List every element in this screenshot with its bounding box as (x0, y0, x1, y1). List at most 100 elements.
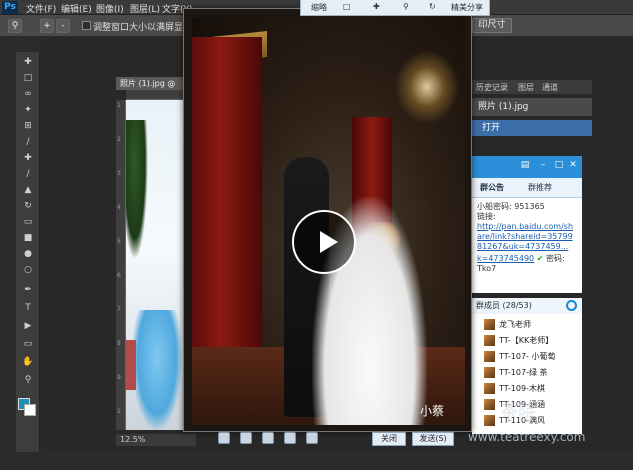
avatar (484, 399, 495, 410)
eraser-tool-icon[interactable]: ▭ (21, 216, 35, 228)
chat-settings-icon[interactable]: ▤ (520, 160, 530, 170)
background-person (126, 340, 136, 390)
background-color-swatch[interactable] (24, 404, 36, 416)
send-button[interactable]: 发送(S) (412, 432, 454, 446)
zoom-out-button[interactable]: - (56, 19, 70, 33)
menu-edit[interactable]: 编辑(E) (61, 2, 92, 15)
avatar (484, 319, 495, 330)
history-open-row[interactable]: 打开 (472, 120, 592, 136)
site-watermark-cn: 茶院 (500, 402, 536, 423)
resize-windows-checkbox[interactable] (82, 21, 91, 30)
history-brush-tool-icon[interactable]: ↻ (21, 200, 35, 212)
avatar (484, 335, 495, 346)
ruler-number: 9 (117, 374, 121, 381)
ruler-number: 2 (117, 136, 121, 143)
eyedropper-tool-icon[interactable]: ∕ (21, 136, 35, 148)
move-tool-icon[interactable]: ✚ (21, 56, 35, 68)
play-button[interactable] (292, 210, 356, 274)
crop-tool-icon[interactable]: ⊞ (21, 120, 35, 132)
stamp-tool-icon[interactable]: ▲ (21, 184, 35, 196)
chandelier (392, 47, 462, 127)
chat-window-header: ▤ – □ ✕ (472, 156, 582, 178)
check-icon: ✔ (536, 254, 544, 263)
dodge-tool-icon[interactable]: ○ (21, 264, 35, 276)
zoom-tool-icon[interactable]: ⚲ (21, 374, 35, 386)
site-watermark: www.teatreexy.com (468, 430, 586, 444)
history-icon[interactable] (306, 432, 318, 444)
hand-tool-icon[interactable]: ✋ (21, 356, 35, 368)
panel-tabs: 历史记录 图层 通道 (472, 80, 592, 94)
move-icon[interactable]: ✚ (373, 2, 380, 11)
avatar (484, 383, 495, 394)
print-size-button[interactable]: 印尺寸 (472, 18, 512, 33)
photoshop-logo: Ps (2, 1, 18, 14)
announcement-link[interactable]: http://pan.baidu.com/share/link?shareid=… (477, 222, 577, 254)
resize-windows-label: 调整窗口大小以满屏显示 (93, 23, 193, 33)
ruler-number: 8 (117, 340, 121, 347)
image-icon[interactable] (262, 432, 274, 444)
close-button[interactable]: 关闭 (372, 432, 406, 446)
ruler-number: 4 (117, 204, 121, 211)
marquee-tool-icon[interactable]: □ (21, 72, 35, 84)
chat-tabs: 群公告 群推荐 (472, 178, 582, 198)
zoom-status: 12.5% (116, 434, 196, 446)
maximize-icon[interactable]: □ (554, 160, 564, 170)
tab-recommend[interactable]: 群推荐 (528, 182, 552, 193)
announcement-password: 小船密码: 951365 (477, 202, 545, 211)
ruler-number: 3 (117, 170, 121, 177)
pen-tool-icon[interactable]: ✒ (21, 284, 35, 296)
ruler-number: 6 (117, 272, 121, 279)
emoji-icon[interactable] (240, 432, 252, 444)
zoom-icon[interactable]: ⚲ (403, 2, 409, 11)
ruler-number: 1 (117, 102, 121, 109)
announcement-link-label: 链接: (477, 212, 496, 221)
viewer-toolbar: 缩略 □ ✚ ⚲ ↻ 精美分享 (300, 0, 490, 16)
shake-icon[interactable] (284, 432, 296, 444)
menu-image[interactable]: 图像(I) (96, 2, 124, 15)
avatar (484, 415, 495, 426)
zoom-in-button[interactable]: + (40, 19, 54, 33)
vertical-ruler: 1 2 3 4 5 6 7 8 9 1 (116, 100, 126, 430)
fit-window-icon[interactable]: □ (343, 2, 351, 11)
menu-layer[interactable]: 图层(L) (130, 2, 160, 15)
viewer-bottom-bar (212, 432, 318, 446)
wedding-photo[interactable]: 小蔡 (192, 17, 465, 425)
thumbnail-button[interactable]: 缩略 (311, 2, 327, 13)
photo-signature: 小蔡 (420, 404, 445, 418)
tab-layers[interactable]: 图层 (518, 82, 534, 93)
ruler-number: 5 (117, 238, 121, 245)
menu-file[interactable]: 文件(F) (26, 2, 56, 15)
ruler-number: 1 (117, 408, 121, 415)
announcement-body: 小船密码: 951365 链接: http://pan.baidu.com/sh… (472, 198, 582, 293)
tab-announcement[interactable]: 群公告 (480, 182, 504, 193)
play-icon (320, 231, 338, 253)
close-icon[interactable]: ✕ (568, 160, 578, 170)
brush-tool-icon[interactable]: ∕ (21, 168, 35, 180)
image-viewer-window: 小蔡 (183, 8, 472, 432)
blur-tool-icon[interactable]: ● (21, 248, 35, 260)
share-button[interactable]: 精美分享 (451, 2, 483, 13)
zoom-tool-icon[interactable]: ⚲ (8, 19, 22, 33)
history-file-row[interactable]: 照片 (1).jpg (472, 98, 592, 116)
lasso-tool-icon[interactable]: ∞ (21, 88, 35, 100)
minimize-icon[interactable]: – (538, 160, 548, 170)
magic-wand-tool-icon[interactable]: ✦ (21, 104, 35, 116)
path-selection-tool-icon[interactable]: ▶ (21, 320, 35, 332)
gradient-tool-icon[interactable]: ■ (21, 232, 35, 244)
tools-panel: ✚ □ ∞ ✦ ⊞ ∕ ✚ ∕ ▲ ↻ ▭ ■ ● ○ ✒ T ▶ ▭ ✋ ⚲ (16, 52, 40, 452)
ruler-number: 7 (117, 306, 121, 313)
type-tool-icon[interactable]: T (21, 302, 35, 314)
chat-buttons: 关闭 发送(S) (372, 432, 472, 446)
avatar (484, 367, 495, 378)
shape-tool-icon[interactable]: ▭ (21, 338, 35, 350)
search-icon[interactable] (566, 300, 577, 311)
tab-history[interactable]: 历史记录 (476, 82, 508, 93)
tree-foliage (126, 120, 148, 260)
healing-tool-icon[interactable]: ✚ (21, 152, 35, 164)
avatar (484, 351, 495, 362)
announcement-key-id[interactable]: k=473745490 (477, 254, 534, 263)
bride-blue-dress (132, 310, 182, 430)
screenshot-icon[interactable] (218, 432, 230, 444)
tab-channels[interactable]: 通道 (542, 82, 558, 93)
rotate-icon[interactable]: ↻ (429, 2, 436, 11)
